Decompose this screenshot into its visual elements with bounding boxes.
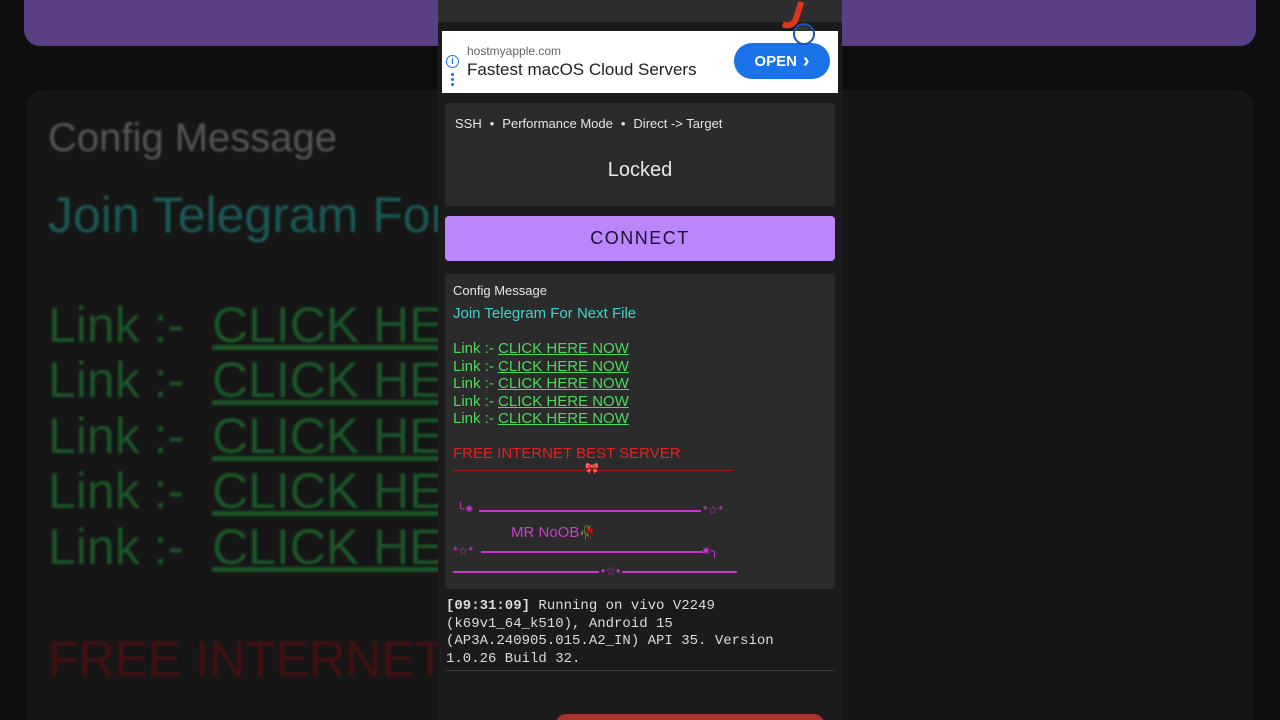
star-ornament-icon: •☆•	[599, 564, 623, 578]
signature-text: MR NoOB🥀	[511, 524, 596, 541]
deco-corner-left: ╰✷	[457, 502, 475, 516]
links-list: Link :- CLICK HERE NOW Link :- CLICK HER…	[453, 340, 629, 428]
click-here-link[interactable]: CLICK HERE NOW	[498, 340, 629, 357]
ad-banner[interactable]: i hostmyapple.com Fastest macOS Cloud Se…	[442, 31, 838, 93]
link-row: Link :- CLICK HERE NOW	[453, 357, 629, 375]
deco-stars-right: *☆*	[703, 503, 724, 517]
telegram-join-text: Join Telegram For Next File	[453, 305, 637, 322]
separator-dot: •	[620, 116, 626, 131]
connection-state: Locked	[607, 159, 673, 181]
click-here-link[interactable]: CLICK HERE NOW	[498, 410, 629, 427]
rose-icon: 🥀	[579, 525, 596, 540]
bg-link-row: Link :- CLICK HER	[48, 519, 479, 575]
bg-free-text: FREE INTERNET B	[48, 631, 492, 687]
ad-info-icon[interactable]: i	[446, 55, 459, 68]
link-row: Link :- CLICK HERE NOW	[453, 392, 629, 410]
bg-link-row: Link :- CLICK HER	[48, 408, 479, 464]
route-label: Direct -> Target	[633, 116, 723, 131]
status-card: SSH • Performance Mode • Direct -> Targe…	[445, 103, 835, 206]
bow-icon: 🎀	[585, 463, 599, 475]
ad-options-icon[interactable]	[451, 73, 454, 87]
click-here-link[interactable]: CLICK HERE NOW	[498, 393, 629, 410]
magenta-divider	[479, 510, 701, 512]
deco-stars-left: *☆*	[453, 544, 474, 558]
deco-corner-right: ✷╮	[701, 544, 719, 558]
bg-link-row: Link :- CLICK HER	[48, 463, 479, 519]
bg-link-row: Link :- CLICK HER	[48, 297, 479, 353]
free-internet-text: FREE INTERNET BEST SERVER	[453, 445, 681, 462]
link-row: Link :- CLICK HERE NOW	[453, 375, 629, 393]
chevron-right-icon: ›	[802, 50, 810, 72]
bg-config-title: Config Message	[48, 116, 338, 160]
log-output: [09:31:09] Running on vivo V2249 (k69v1_…	[446, 598, 774, 667]
link-row: Link :- CLICK HERE NOW	[453, 410, 629, 428]
connect-button[interactable]: CONNECT	[445, 216, 835, 261]
phone-screen: i hostmyapple.com Fastest macOS Cloud Se…	[438, 0, 842, 720]
bg-link-row: Link :- CLICK HER	[48, 352, 479, 408]
separator-dot: •	[489, 116, 495, 131]
ad-open-label: OPEN	[754, 52, 797, 70]
protocol-label: SSH	[455, 116, 482, 131]
ad-domain: hostmyapple.com	[467, 44, 562, 58]
magenta-divider	[481, 551, 703, 553]
log-divider	[446, 670, 834, 671]
click-here-link[interactable]: CLICK HERE NOW	[498, 375, 629, 392]
connection-info: SSH • Performance Mode • Direct -> Targe…	[455, 116, 722, 131]
click-here-link[interactable]: CLICK HERE NOW	[498, 358, 629, 375]
config-message-title: Config Message	[453, 283, 547, 298]
ad-open-button[interactable]: OPEN ›	[734, 43, 830, 79]
link-row: Link :- CLICK HERE NOW	[453, 340, 629, 357]
log-timestamp: [09:31:09]	[446, 598, 531, 614]
ad-title[interactable]: Fastest macOS Cloud Servers	[467, 60, 697, 80]
magenta-divider	[453, 571, 737, 573]
mode-label: Performance Mode	[502, 116, 613, 131]
app-top-bar	[438, 0, 842, 22]
touch-indicator-icon	[793, 23, 815, 45]
bg-join-text: Join Telegram For	[48, 187, 448, 243]
bottom-action-button[interactable]	[556, 714, 824, 720]
config-message-card: Config Message Join Telegram For Next Fi…	[445, 274, 835, 589]
